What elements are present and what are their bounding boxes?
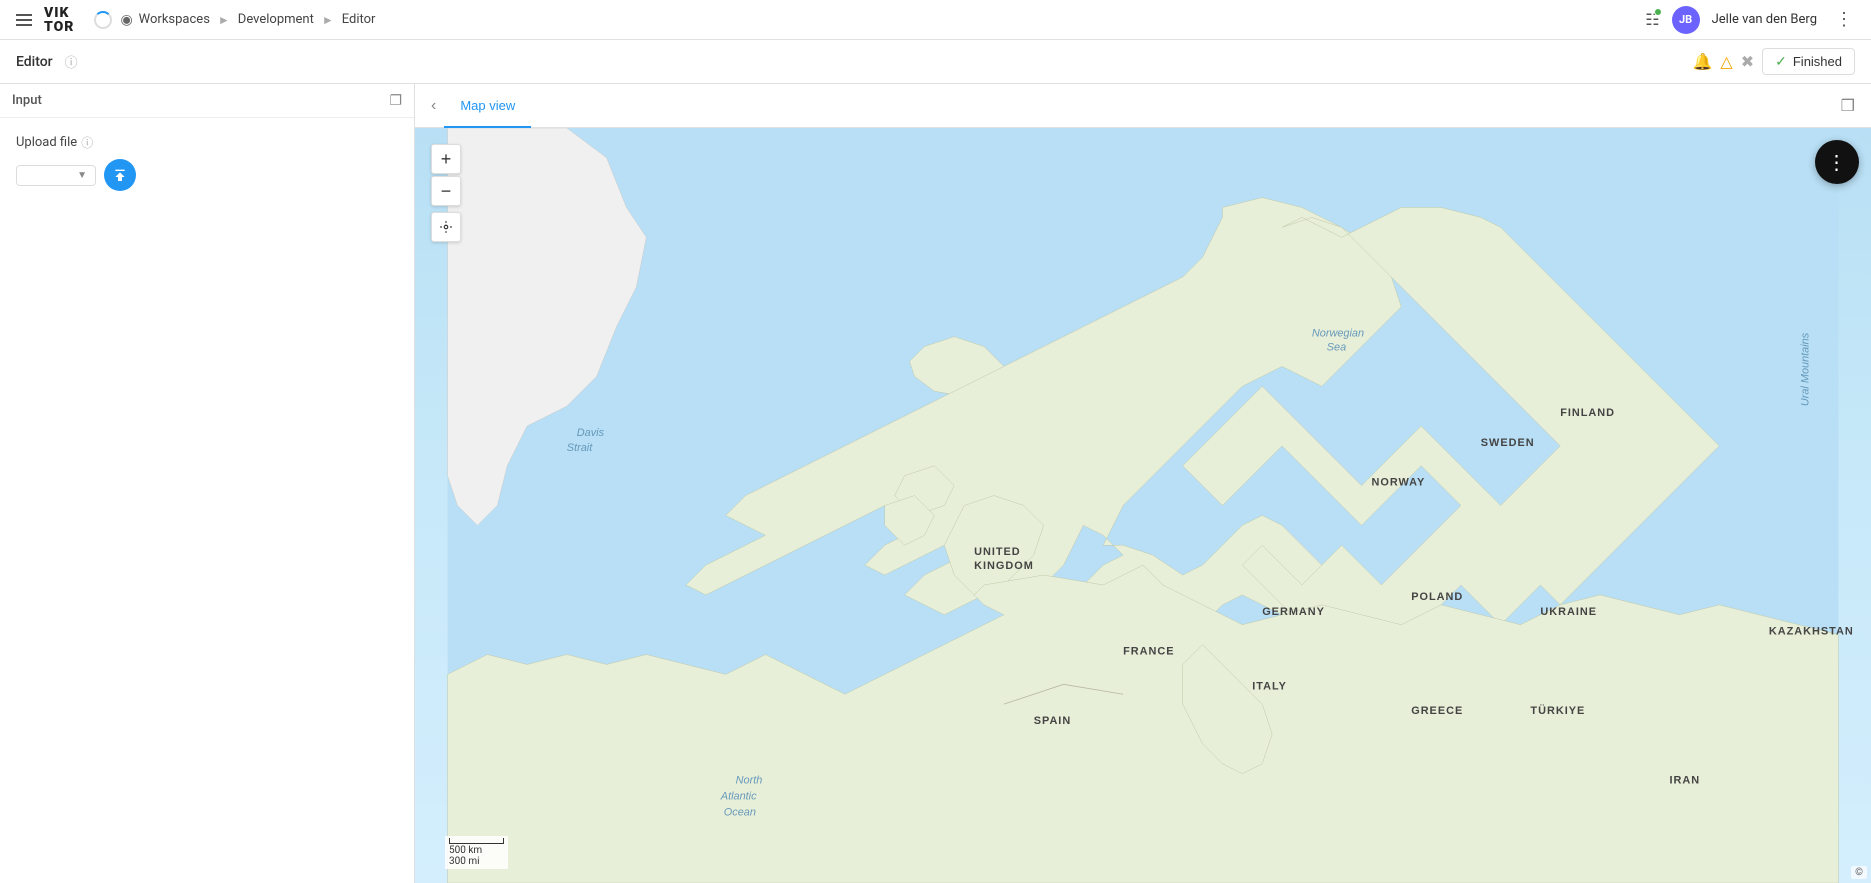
ural-label: Ural Mountains xyxy=(1800,332,1812,406)
greece-label: GREECE xyxy=(1411,705,1463,717)
editor-bar: Editor ⓘ 🔔 △ ✖ ✓ Finished xyxy=(0,40,1871,84)
menu-button[interactable] xyxy=(12,10,36,30)
france-label: FRANCE xyxy=(1123,646,1174,658)
notification-button[interactable]: ☷ xyxy=(1645,10,1659,29)
turkiye-label: TÜRKIYE xyxy=(1530,704,1585,717)
nav-editor[interactable]: Editor xyxy=(342,12,376,27)
map-tabs: ‹ Map view ❒ xyxy=(415,84,1871,128)
left-panel: Input ❐ Upload file ⓘ ▼ xyxy=(0,84,415,883)
upload-label: Upload file ⓘ xyxy=(16,134,398,151)
bell-icon[interactable]: 🔔 xyxy=(1692,52,1712,71)
italy-label: ITALY xyxy=(1252,680,1287,692)
upload-info-icon[interactable]: ⓘ xyxy=(81,134,93,151)
nav-right-section: ☷ JB Jelle van den Berg ⋮ xyxy=(1645,6,1859,34)
panel-body: Upload file ⓘ ▼ xyxy=(0,118,414,883)
top-nav: VIK TOR ◉ Workspaces ► Development ► Edi… xyxy=(0,0,1871,40)
editor-label: Editor xyxy=(16,54,53,70)
davis-strait-label: Davis xyxy=(577,427,605,439)
loading-spinner xyxy=(94,11,112,29)
map-attribution: © xyxy=(1851,866,1867,879)
file-select-dropdown[interactable]: ▼ xyxy=(16,165,96,186)
editor-bar-right: 🔔 △ ✖ ✓ Finished xyxy=(1692,48,1855,75)
panel-expand-button[interactable]: ❐ xyxy=(389,92,402,109)
scale-bar: 500 km 300 mi xyxy=(445,836,508,869)
finland-label: FINLAND xyxy=(1560,407,1615,419)
main-content: Input ❐ Upload file ⓘ ▼ xyxy=(0,84,1871,883)
tab-map-view[interactable]: Map view xyxy=(444,84,531,128)
ukraine-label: UKRAINE xyxy=(1540,606,1597,618)
uk-label: UNITED xyxy=(974,546,1021,558)
finished-label: Finished xyxy=(1793,54,1842,69)
tab-prev-button[interactable]: ‹ xyxy=(423,93,444,119)
nav-sep-1: ► xyxy=(218,13,230,27)
viktor-logo: VIK TOR xyxy=(44,6,74,34)
norwegian-sea-label: Norwegian xyxy=(1312,328,1364,340)
map-fullscreen-button[interactable]: ❒ xyxy=(1833,92,1863,120)
panel-header: Input ❐ xyxy=(0,84,414,118)
nav-workspaces[interactable]: ◉ Workspaces xyxy=(120,12,209,28)
iran-label: IRAN xyxy=(1670,775,1701,787)
fab-button[interactable]: ⋮ xyxy=(1815,140,1859,184)
kazakhstan-label: KAZAKHSTAN xyxy=(1769,626,1854,638)
right-panel: ‹ Map view ❒ .water { fill: #b8dff5; } .… xyxy=(415,84,1871,883)
scale-km: 500 km xyxy=(449,845,504,856)
uk-label2: KINGDOM xyxy=(974,560,1034,572)
atlantic-label3: Ocean xyxy=(724,806,756,818)
davis-strait-label2: Strait xyxy=(567,442,593,454)
warning-icon[interactable]: △ xyxy=(1720,52,1732,71)
fab-dots-icon: ⋮ xyxy=(1827,150,1848,175)
upload-controls: ▼ xyxy=(16,159,398,191)
chevron-down-icon: ▼ xyxy=(77,170,87,181)
editor-info-icon[interactable]: ⓘ xyxy=(65,52,78,71)
norwegian-sea-label2: Sea xyxy=(1327,342,1346,354)
nav-development[interactable]: Development xyxy=(238,12,314,27)
scale-mi: 300 mi xyxy=(449,856,504,867)
panel-title: Input xyxy=(12,93,42,108)
sweden-label: SWEDEN xyxy=(1481,437,1535,449)
zoom-out-button[interactable]: − xyxy=(431,176,461,206)
poland-label: POLAND xyxy=(1411,591,1463,603)
finished-button[interactable]: ✓ Finished xyxy=(1762,48,1855,75)
user-more-button[interactable]: ⋮ xyxy=(1829,7,1859,32)
scale-line xyxy=(449,838,504,844)
check-icon: ✓ xyxy=(1775,53,1787,70)
atlantic-label2: Atlantic xyxy=(720,791,757,803)
upload-button[interactable] xyxy=(104,159,136,191)
atlantic-label: North xyxy=(736,775,763,787)
user-avatar: JB xyxy=(1672,6,1700,34)
norway-label: NORWAY xyxy=(1371,477,1425,489)
workspaces-icon: ◉ xyxy=(120,12,132,28)
locate-button[interactable] xyxy=(431,212,461,242)
close-icon[interactable]: ✖ xyxy=(1741,52,1754,71)
nav-sep-2: ► xyxy=(322,13,334,27)
germany-label: GERMANY xyxy=(1262,606,1325,618)
notification-badge-dot xyxy=(1654,8,1662,16)
map-controls: + − xyxy=(431,144,461,242)
spain-label: SPAIN xyxy=(1034,715,1072,727)
user-name: Jelle van den Berg xyxy=(1712,12,1817,27)
map-container[interactable]: .water { fill: #b8dff5; } .land { fill: … xyxy=(415,128,1871,883)
map-svg: .water { fill: #b8dff5; } .land { fill: … xyxy=(415,128,1871,883)
zoom-in-button[interactable]: + xyxy=(431,144,461,174)
